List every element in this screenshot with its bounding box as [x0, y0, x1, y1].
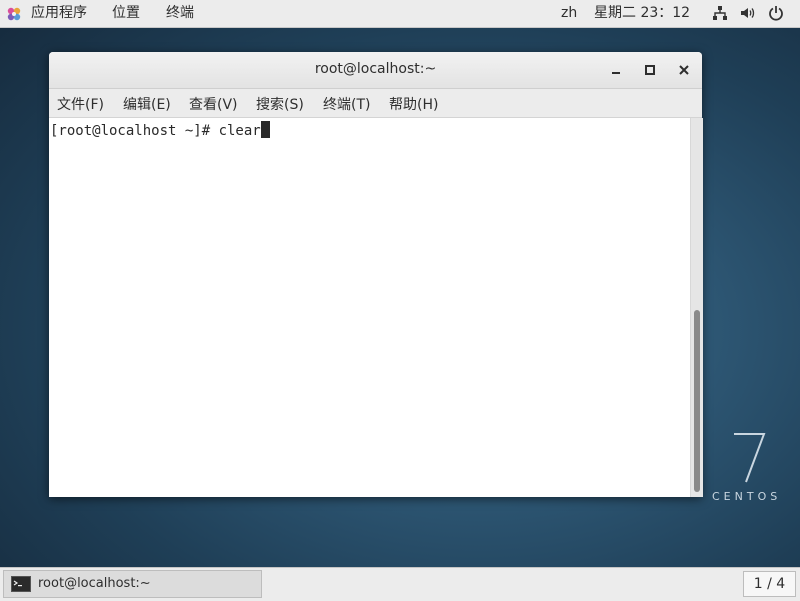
- window-title: root@localhost:~: [314, 61, 437, 77]
- scrollbar[interactable]: [690, 118, 703, 497]
- menu-edit[interactable]: 编辑(E): [123, 94, 171, 114]
- typed-command: clear: [218, 123, 261, 139]
- volume-icon[interactable]: [740, 5, 756, 21]
- text-cursor: [260, 121, 270, 138]
- scrollbar-thumb[interactable]: [694, 310, 700, 492]
- centos-logo-seven: [734, 433, 766, 483]
- minimize-icon[interactable]: [607, 61, 625, 79]
- shell-prompt: [root@localhost ~]#: [50, 123, 219, 139]
- applications-icon[interactable]: [6, 6, 22, 22]
- bottom-taskbar: root@localhost:~ 1 / 4: [0, 567, 800, 601]
- maximize-icon[interactable]: [641, 61, 659, 79]
- input-method-indicator[interactable]: zh: [561, 4, 577, 22]
- menu-terminal[interactable]: 终端(T): [323, 94, 370, 114]
- places-menu[interactable]: 位置: [112, 4, 140, 22]
- top-panel: 应用程序 位置 终端 zh 星期二 23：12: [0, 0, 800, 28]
- menu-view[interactable]: 查看(V): [189, 94, 238, 114]
- network-icon[interactable]: [712, 5, 728, 21]
- close-icon[interactable]: [675, 61, 693, 79]
- workspace-switcher[interactable]: 1 / 4: [743, 571, 796, 597]
- window-titlebar[interactable]: root@localhost:~: [49, 52, 702, 89]
- menu-file[interactable]: 文件(F): [57, 94, 104, 114]
- terminal-window: root@localhost:~ 文件(F) 编辑(E) 查看(V) 搜索(S)…: [49, 52, 703, 497]
- centos-logo-text: CENTOS: [712, 490, 782, 503]
- applications-menu[interactable]: 应用程序: [31, 4, 87, 22]
- terminal-app-menu[interactable]: 终端: [166, 4, 194, 22]
- clock[interactable]: 星期二 23：12: [594, 4, 690, 22]
- power-icon[interactable]: [768, 5, 784, 21]
- taskbar-window-button[interactable]: root@localhost:~: [3, 570, 262, 598]
- terminal-icon: [11, 576, 31, 592]
- taskbar-window-label: root@localhost:~: [38, 576, 151, 591]
- menu-search[interactable]: 搜索(S): [256, 94, 304, 114]
- menu-bar: 文件(F) 编辑(E) 查看(V) 搜索(S) 终端(T) 帮助(H): [49, 89, 702, 118]
- menu-help[interactable]: 帮助(H): [389, 94, 438, 114]
- terminal-area[interactable]: [root@localhost ~]# clear: [49, 118, 690, 497]
